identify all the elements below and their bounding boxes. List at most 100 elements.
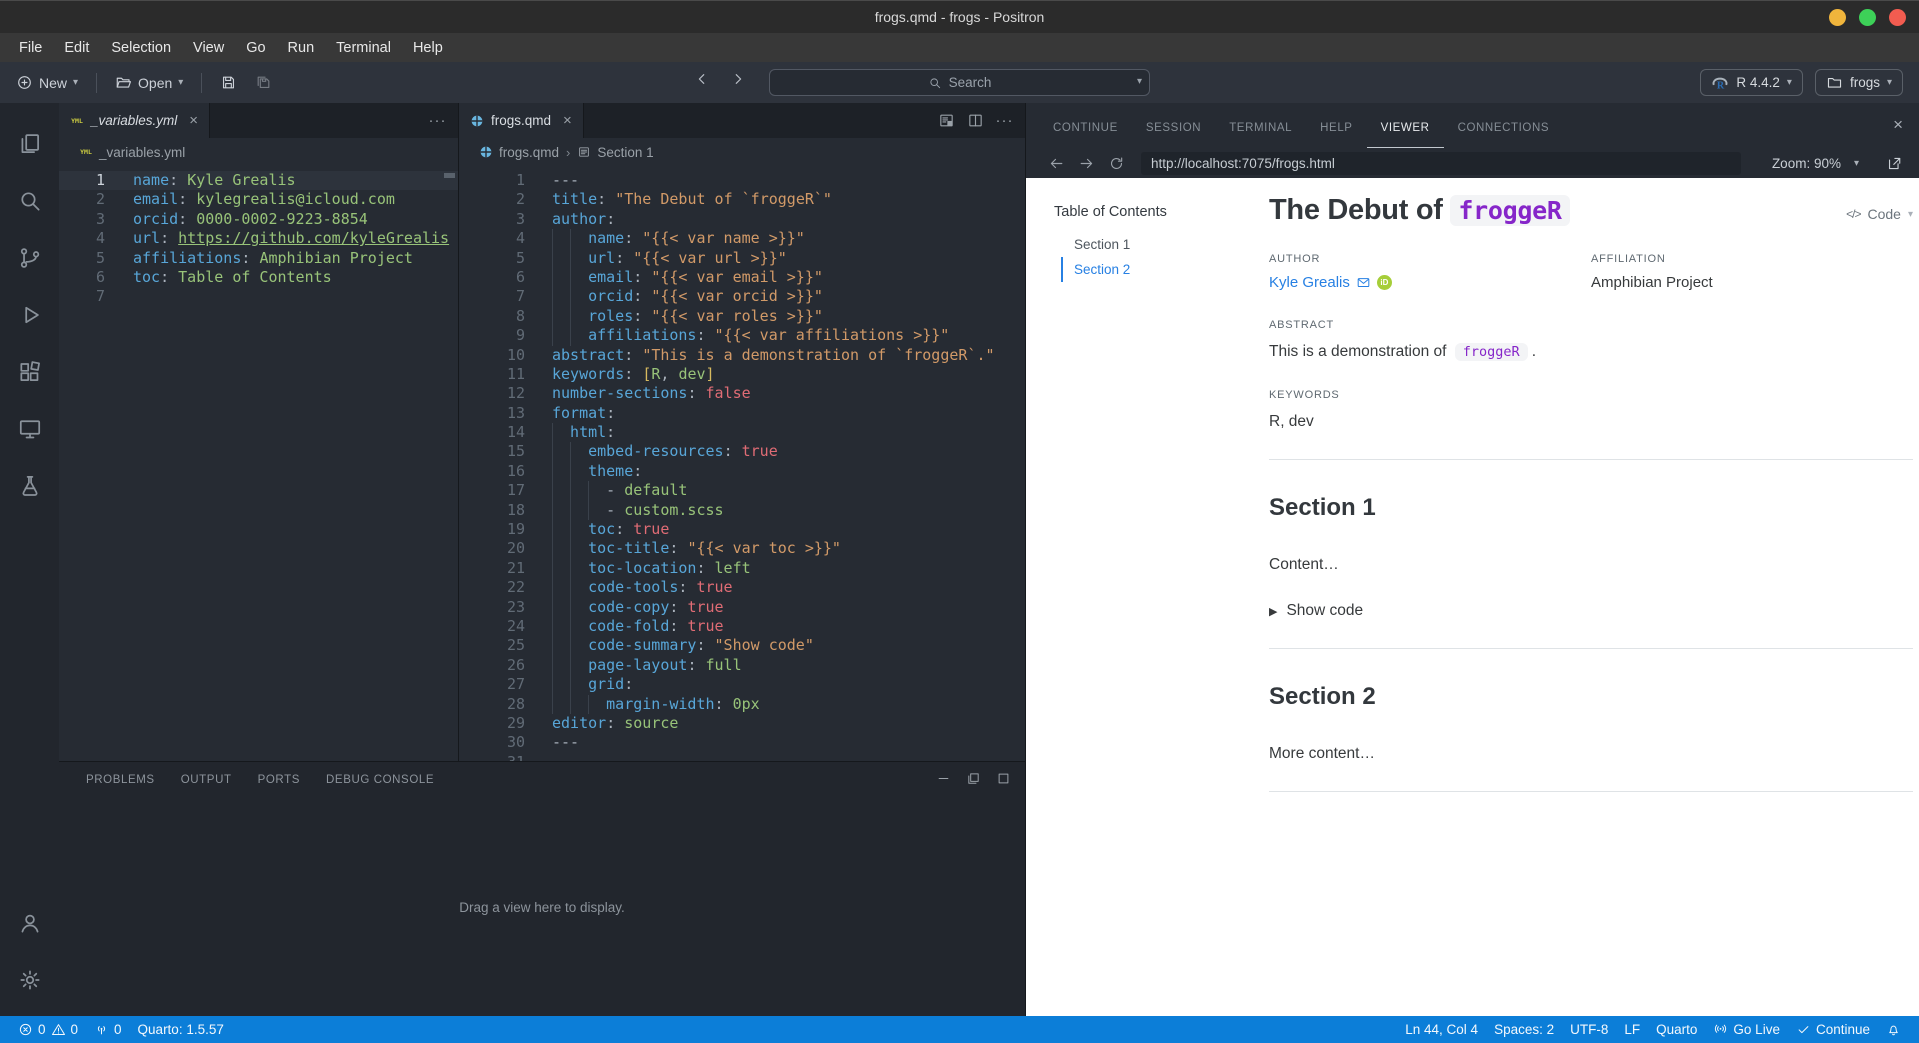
maximize-button[interactable] [1859, 9, 1876, 26]
code-line[interactable]: 27 grid: [459, 675, 1025, 695]
maximize-panel-icon[interactable] [996, 771, 1011, 786]
history-back-button[interactable] [693, 70, 711, 88]
breadcrumb[interactable]: frogs.qmd › Section 1 [459, 138, 1025, 166]
project-selector[interactable]: frogs ▾ [1814, 69, 1903, 96]
activity-testing-icon[interactable] [0, 457, 59, 514]
more-icon[interactable]: ··· [996, 112, 1013, 129]
panel-tab-output[interactable]: OUTPUT [168, 774, 245, 786]
code-line[interactable]: 17- default [459, 481, 1025, 501]
code-line[interactable]: 4 url: https://github.com/kyleGrealis [59, 229, 458, 248]
code-line[interactable]: 4 name: "{{< var name >}}" [459, 229, 1025, 249]
close-button[interactable] [1889, 9, 1906, 26]
activity-account-icon[interactable] [0, 894, 59, 951]
menu-item-run[interactable]: Run [277, 33, 326, 62]
activity-search-icon[interactable] [0, 172, 59, 229]
code-line[interactable]: 3 orcid: 0000-0002-9223-8854 [59, 210, 458, 229]
viewer-zoom-selector[interactable]: Zoom: 90% ▾ [1772, 156, 1859, 171]
editor-tab-_variables.yml[interactable]: YML _variables.yml × [59, 103, 211, 138]
save-all-button[interactable] [249, 70, 278, 95]
encoding-status[interactable]: UTF-8 [1562, 1016, 1616, 1043]
code-line[interactable]: 20 toc-title: "{{< var toc >}}" [459, 539, 1025, 559]
open-button[interactable]: Open ▾ [109, 70, 189, 95]
open-in-browser-icon[interactable] [1886, 155, 1903, 172]
preview-icon[interactable] [938, 112, 955, 129]
new-button[interactable]: New ▾ [10, 70, 84, 95]
code-line[interactable]: 2 title: "The Debut of `froggeR`" [459, 190, 1025, 209]
panel-tab-help[interactable]: HELP [1306, 122, 1366, 148]
code-line[interactable]: 2 email: kylegrealis@icloud.com [59, 190, 458, 209]
save-button[interactable] [214, 70, 243, 95]
email-icon[interactable] [1356, 275, 1371, 290]
code-line[interactable]: 9 affiliations: "{{< var affiliations >}}… [459, 326, 1025, 346]
code-line[interactable]: 8 roles: "{{< var roles >}}" [459, 306, 1025, 327]
breadcrumb-item[interactable]: YML _variables.yml [79, 145, 185, 160]
editor-tab-frogs.qmd[interactable]: frogs.qmd × [459, 103, 584, 138]
code-line[interactable]: 1 --- [459, 171, 1025, 190]
split-icon[interactable] [967, 112, 984, 129]
activity-settings-gear-icon[interactable] [0, 951, 59, 1008]
go-live-button[interactable]: Go Live [1705, 1016, 1788, 1043]
history-forward-button[interactable] [729, 70, 747, 88]
notifications-bell[interactable] [1878, 1016, 1909, 1043]
code-line[interactable]: 16 theme: [459, 461, 1025, 482]
code-line[interactable]: 19 toc: true [459, 520, 1025, 540]
close-tab-icon[interactable]: × [189, 112, 198, 129]
quarto-version-status[interactable]: Quarto: 1.5.57 [130, 1016, 232, 1043]
author-link[interactable]: Kyle Grealis [1269, 274, 1350, 291]
code-editor[interactable]: 1 --- 2 title: "The Debut of `froggeR`" 3 aut… [459, 166, 1025, 761]
panel-tab-ports[interactable]: PORTS [245, 774, 313, 786]
activity-extensions-icon[interactable] [0, 343, 59, 400]
minimize-button[interactable] [1829, 9, 1846, 26]
more-icon[interactable]: ··· [429, 112, 446, 129]
code-line[interactable]: 7 orcid: "{{< var orcid >}}" [459, 287, 1025, 307]
viewer-reload-button[interactable] [1108, 155, 1125, 172]
menu-item-selection[interactable]: Selection [100, 33, 182, 62]
indentation-status[interactable]: Spaces: 2 [1486, 1016, 1562, 1043]
problems-status[interactable]: 0 0 [10, 1016, 86, 1043]
code-line[interactable]: 31 [459, 753, 1025, 761]
eol-status[interactable]: LF [1616, 1016, 1648, 1043]
activity-run-debug-icon[interactable] [0, 286, 59, 343]
code-line[interactable]: 6 toc: Table of Contents [59, 268, 458, 287]
menu-item-terminal[interactable]: Terminal [325, 33, 402, 62]
code-line[interactable]: 28 margin-width: 0px [459, 694, 1025, 714]
panel-tab-debug-console[interactable]: DEBUG CONSOLE [313, 774, 447, 786]
code-line[interactable]: 5 affiliations: Amphibian Project [59, 249, 458, 268]
r-interpreter-selector[interactable]: R R 4.4.2 ▾ [1700, 69, 1803, 96]
panel-tab-connections[interactable]: CONNECTIONS [1444, 122, 1564, 148]
code-line[interactable]: 10 abstract: "This is a demonstration of … [459, 346, 1025, 365]
code-line[interactable]: 14 html: [459, 423, 1025, 443]
code-line[interactable]: 6 email: "{{< var email >}}" [459, 267, 1025, 288]
code-editor[interactable]: 1 name: Kyle Grealis 2 email: kylegrealis@i… [59, 166, 458, 761]
restore-panel-icon[interactable] [966, 771, 981, 786]
code-line[interactable]: 1 name: Kyle Grealis [59, 171, 458, 191]
menu-item-file[interactable]: File [8, 33, 53, 62]
breadcrumb[interactable]: YML _variables.yml [59, 138, 458, 166]
panel-tab-session[interactable]: SESSION [1132, 122, 1215, 148]
toc-item-section-2[interactable]: Section 2 [1061, 257, 1241, 282]
code-line[interactable]: 24 code-fold: true [459, 616, 1025, 637]
code-line[interactable]: 3 author: [459, 210, 1025, 229]
panel-tab-viewer[interactable]: VIEWER [1366, 122, 1444, 148]
code-line[interactable]: 21 toc-location: left [459, 558, 1025, 579]
cursor-position-status[interactable]: Ln 44, Col 4 [1397, 1016, 1486, 1043]
code-line[interactable]: 22 code-tools: true [459, 578, 1025, 598]
code-line[interactable]: 23 code-copy: true [459, 597, 1025, 617]
activity-source-control-icon[interactable] [0, 229, 59, 286]
code-line[interactable]: 12 number-sections: false [459, 384, 1025, 403]
toc-item-section-1[interactable]: Section 1 [1061, 232, 1241, 257]
code-line[interactable]: 25 code-summary: "Show code" [459, 636, 1025, 656]
code-line[interactable]: 13 format: [459, 404, 1025, 423]
code-line[interactable]: 18- custom.scss [459, 500, 1025, 521]
panel-tab-terminal[interactable]: TERMINAL [1215, 122, 1306, 148]
code-line[interactable]: 11 keywords: [R, dev] [459, 365, 1025, 384]
viewer-back-button[interactable] [1048, 155, 1065, 172]
language-mode-status[interactable]: Quarto [1648, 1016, 1705, 1043]
menu-item-edit[interactable]: Edit [53, 33, 100, 62]
panel-tab-problems[interactable]: PROBLEMS [73, 774, 168, 786]
orcid-icon[interactable]: iD [1376, 275, 1392, 290]
ports-status[interactable]: 0 [86, 1016, 130, 1043]
code-line[interactable]: 26 page-layout: full [459, 655, 1025, 676]
code-line[interactable]: 30 --- [459, 733, 1025, 752]
menu-item-view[interactable]: View [182, 33, 235, 62]
